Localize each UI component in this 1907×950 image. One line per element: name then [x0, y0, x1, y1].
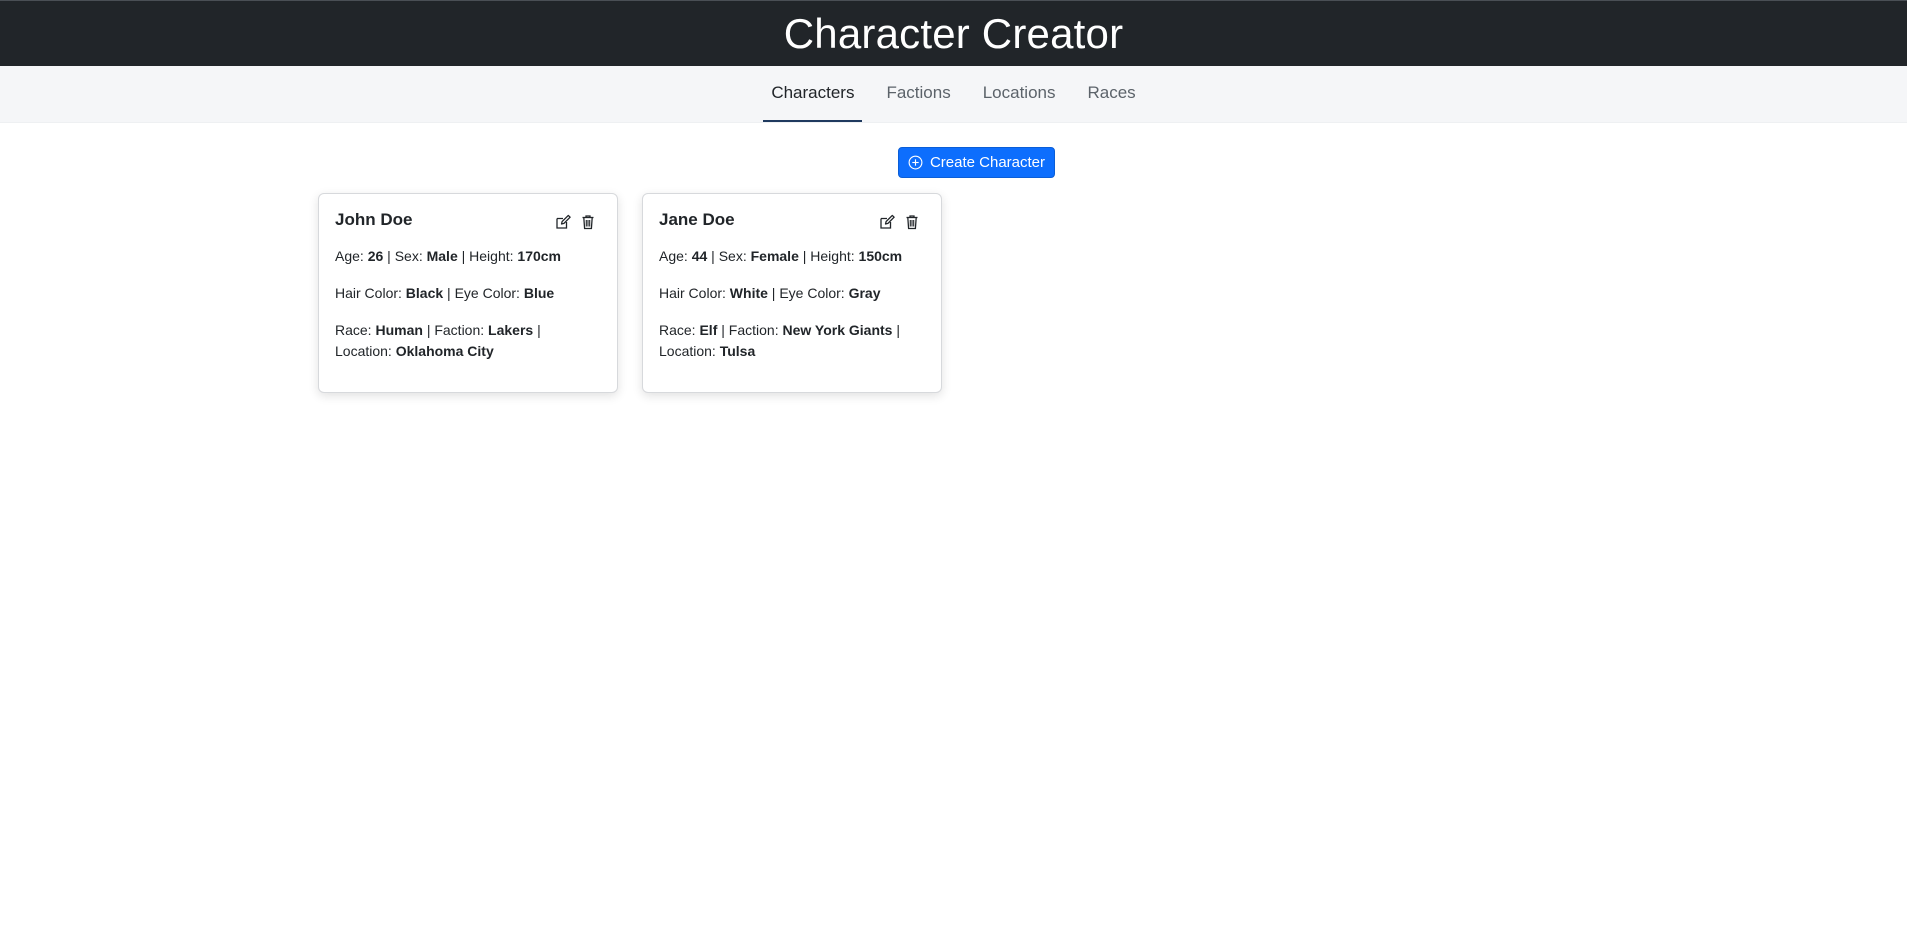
character-affiliation: Race: Human | Faction: Lakers | Location…: [335, 320, 601, 362]
tab-characters[interactable]: Characters: [763, 66, 863, 122]
tab-locations[interactable]: Locations: [975, 66, 1064, 122]
tab-factions[interactable]: Factions: [878, 66, 958, 122]
location-value: Tulsa: [719, 343, 756, 359]
card-header: Jane Doe: [659, 210, 925, 240]
race-value: Human: [375, 322, 423, 338]
faction-value: Lakers: [488, 322, 534, 338]
race-label: Race:: [335, 322, 372, 338]
age-label: Age:: [659, 248, 688, 264]
sex-value: Male: [426, 248, 458, 264]
location-value: Oklahoma City: [395, 343, 494, 359]
eye-value: Gray: [848, 285, 881, 301]
age-label: Age:: [335, 248, 364, 264]
character-card: Jane Doe Age: 44 | Sex: Female | Height:…: [642, 193, 942, 393]
hair-label: Hair Color:: [659, 285, 726, 301]
card-actions: [878, 210, 925, 231]
height-value: 150cm: [858, 248, 903, 264]
character-name: Jane Doe: [659, 210, 735, 229]
hair-label: Hair Color:: [335, 285, 402, 301]
sex-value: Female: [750, 248, 799, 264]
eye-label: Eye Color:: [454, 285, 520, 301]
separator: |: [387, 248, 391, 264]
edit-icon[interactable]: [554, 213, 572, 231]
tab-label: Locations: [982, 83, 1056, 102]
character-affiliation: Race: Elf | Faction: New York Giants | L…: [659, 320, 925, 362]
tab-label: Characters: [771, 83, 855, 102]
separator: |: [447, 285, 451, 301]
edit-icon[interactable]: [878, 213, 896, 231]
page-title: Character Creator: [783, 9, 1124, 57]
faction-value: New York Giants: [782, 322, 893, 338]
trash-icon[interactable]: [903, 213, 921, 231]
location-label: Location:: [335, 343, 392, 359]
age-value: 44: [691, 248, 708, 264]
hair-value: Black: [405, 285, 444, 301]
character-stats: Age: 26 | Sex: Male | Height: 170cm: [335, 246, 601, 267]
card-actions: [554, 210, 601, 231]
eye-label: Eye Color:: [779, 285, 845, 301]
separator: |: [802, 248, 807, 264]
height-value: 170cm: [517, 248, 561, 264]
card-header: John Doe: [335, 210, 601, 240]
main-nav: Characters Factions Locations Races: [0, 66, 1907, 123]
faction-label: Faction:: [434, 322, 485, 338]
character-name: John Doe: [335, 210, 413, 229]
sex-label: Sex:: [394, 248, 423, 264]
separator: |: [771, 285, 776, 301]
faction-label: Faction:: [728, 322, 779, 338]
create-character-label: Create Character: [929, 154, 1046, 171]
toolbar: Create Character: [46, 147, 1907, 178]
tab-races[interactable]: Races: [1079, 66, 1143, 122]
app-header: Character Creator: [0, 0, 1907, 66]
sex-label: Sex:: [718, 248, 747, 264]
plus-circle-icon: [908, 155, 923, 170]
create-character-button[interactable]: Create Character: [897, 147, 1056, 178]
character-list: John Doe Age: 26 | Sex: Male | Height: 1…: [318, 193, 942, 393]
height-label: Height:: [810, 248, 855, 264]
race-label: Race:: [659, 322, 696, 338]
separator: |: [711, 248, 715, 264]
character-appearance: Hair Color: White | Eye Color: Gray: [659, 283, 925, 304]
tab-label: Factions: [886, 83, 951, 102]
race-value: Elf: [699, 322, 718, 338]
separator: |: [537, 322, 541, 338]
separator: |: [461, 248, 466, 264]
separator: |: [896, 322, 900, 338]
character-card: John Doe Age: 26 | Sex: Male | Height: 1…: [318, 193, 618, 393]
separator: |: [426, 322, 431, 338]
separator: |: [721, 322, 725, 338]
trash-icon[interactable]: [579, 213, 597, 231]
location-label: Location:: [659, 343, 716, 359]
height-label: Height:: [469, 248, 514, 264]
hair-value: White: [729, 285, 768, 301]
character-appearance: Hair Color: Black | Eye Color: Blue: [335, 283, 601, 304]
eye-value: Blue: [523, 285, 555, 301]
age-value: 26: [367, 248, 384, 264]
character-stats: Age: 44 | Sex: Female | Height: 150cm: [659, 246, 925, 267]
tab-label: Races: [1087, 83, 1136, 102]
